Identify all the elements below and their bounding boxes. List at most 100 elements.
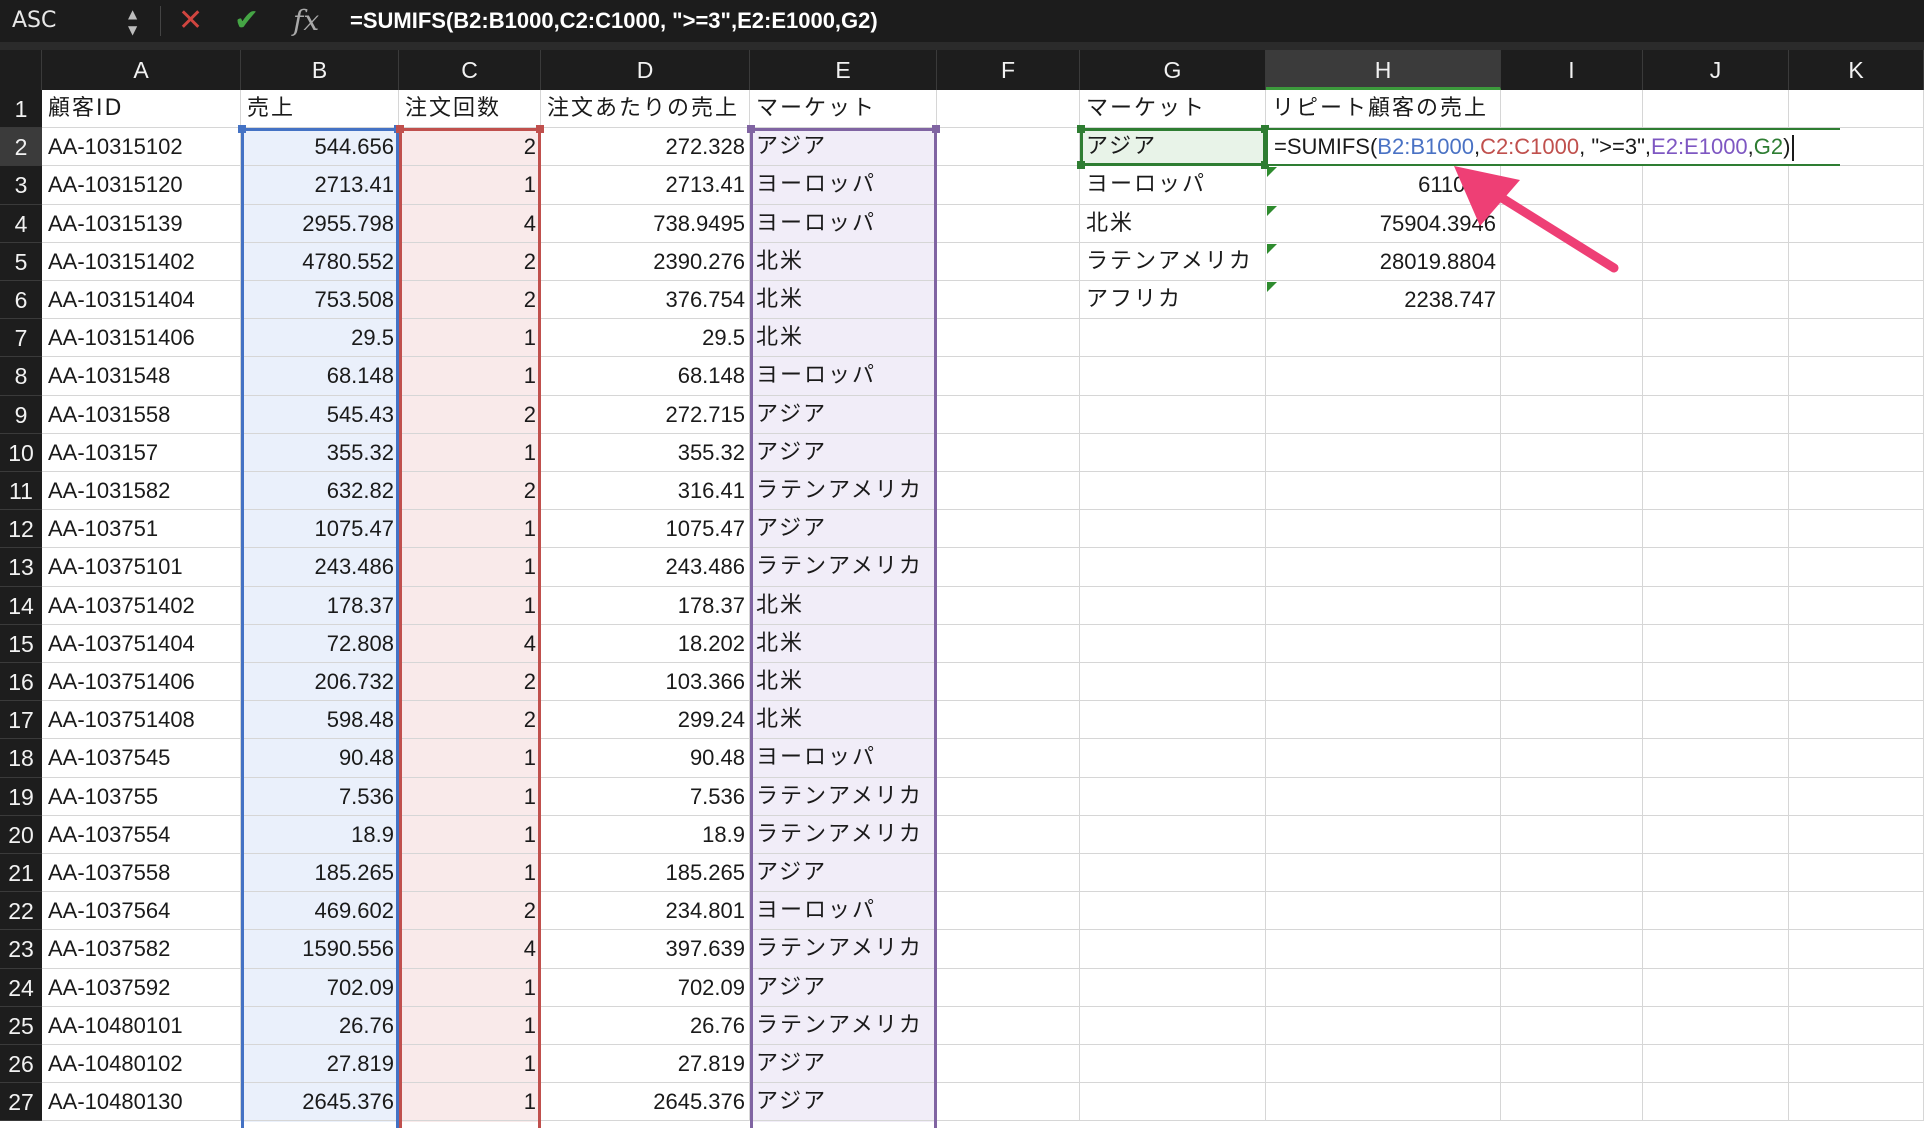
cell-order-count[interactable]: 1 [399,433,541,472]
cell-sales-per-order[interactable]: 316.41 [541,472,750,511]
column-header-d[interactable]: D [541,50,750,90]
column-header-b[interactable]: B [241,50,399,90]
cell-market[interactable]: 北米 [750,319,937,358]
cell-order-count[interactable]: 1 [399,968,541,1007]
cell-empty[interactable] [1643,663,1789,702]
cell-market-summary[interactable] [1080,968,1266,1007]
cell-empty[interactable] [937,739,1080,778]
cell-sales-per-order[interactable]: 18.202 [541,624,750,663]
row-header-15[interactable]: 15 [0,624,42,663]
cell-empty[interactable] [1501,739,1643,778]
cell-sales-per-order[interactable]: 1075.47 [541,510,750,549]
cell-empty[interactable] [937,1045,1080,1084]
cell-empty[interactable] [1643,472,1789,511]
cell-sales-per-order[interactable]: 2390.276 [541,242,750,281]
cell-customer-id[interactable]: AA-103751408 [42,701,241,740]
cell-order-count[interactable]: 1 [399,510,541,549]
row-header-10[interactable]: 10 [0,433,42,472]
cell-empty[interactable] [1501,548,1643,587]
cell-empty[interactable] [1643,930,1789,969]
cell-empty[interactable] [1789,395,1924,434]
cell-empty[interactable] [1501,663,1643,702]
cell-customer-id[interactable]: AA-1037558 [42,854,241,893]
row-header-3[interactable]: 3 [0,166,42,205]
cell-customer-id[interactable]: AA-103157 [42,433,241,472]
cell-market-summary[interactable] [1080,357,1266,396]
select-all-corner[interactable] [0,50,42,90]
header-cell-a[interactable]: 顧客ID [42,90,241,129]
cell-order-count[interactable]: 2 [399,281,541,320]
cell-repeat-sales[interactable]: 61100.4 [1266,166,1501,205]
cell-market[interactable]: アジア [750,854,937,893]
cell-empty[interactable] [1789,510,1924,549]
cell-customer-id[interactable]: AA-10480101 [42,1006,241,1045]
cell-sales[interactable]: 90.48 [241,739,399,778]
cell-empty[interactable] [1789,1006,1924,1045]
cell-order-count[interactable]: 1 [399,357,541,396]
row-header-23[interactable]: 23 [0,930,42,969]
cell-empty[interactable] [1643,548,1789,587]
cell-customer-id[interactable]: AA-103751404 [42,624,241,663]
cell-market-summary[interactable] [1080,319,1266,358]
cell-empty[interactable] [1789,166,1924,205]
cell-market[interactable]: アジア [750,1045,937,1084]
cell-empty[interactable] [1501,166,1643,205]
row-header-2[interactable]: 2 [0,128,42,167]
formula-input[interactable]: =SUMIFS(B2:B1000,C2:C1000, ">=3",E2:E100… [350,2,878,40]
cell-market-summary[interactable] [1080,777,1266,816]
cell-sales-per-order[interactable]: 272.328 [541,128,750,167]
cell-order-count[interactable]: 2 [399,892,541,931]
cell-sales-per-order[interactable]: 376.754 [541,281,750,320]
cell-market-summary[interactable] [1080,739,1266,778]
cell-customer-id[interactable]: AA-1037582 [42,930,241,969]
header-cell-f[interactable] [937,90,1080,129]
cell-market[interactable]: 北米 [750,586,937,625]
row-header-6[interactable]: 6 [0,281,42,320]
row-header-19[interactable]: 19 [0,777,42,816]
cell-empty[interactable] [937,701,1080,740]
spinner-down-icon[interactable]: ▼ [128,24,137,36]
cell-empty[interactable] [937,968,1080,1007]
cell-market-summary[interactable] [1080,433,1266,472]
cell-customer-id[interactable]: AA-103755 [42,777,241,816]
cell-repeat-sales[interactable] [1266,663,1501,702]
cell-repeat-sales[interactable] [1266,510,1501,549]
header-cell-d[interactable]: 注文あたりの売上 [541,90,750,129]
cell-sales[interactable]: 68.148 [241,357,399,396]
row-header-22[interactable]: 22 [0,892,42,931]
cell-market-summary[interactable] [1080,472,1266,511]
cell-sales-per-order[interactable]: 738.9495 [541,204,750,243]
cell-sales[interactable]: 1075.47 [241,510,399,549]
cell-sales[interactable]: 2645.376 [241,1083,399,1122]
cell-empty[interactable] [937,1006,1080,1045]
cell-customer-id[interactable]: AA-103151406 [42,319,241,358]
cell-empty[interactable] [937,892,1080,931]
cell-market[interactable]: 北米 [750,624,937,663]
column-header-j[interactable]: J [1643,50,1789,90]
cell-order-count[interactable]: 1 [399,166,541,205]
cell-empty[interactable] [1643,586,1789,625]
cell-empty[interactable] [937,242,1080,281]
cell-market-summary[interactable] [1080,1006,1266,1045]
range-border-g2-handle-bl[interactable] [1077,161,1085,170]
cell-empty[interactable] [1501,433,1643,472]
row-header-26[interactable]: 26 [0,1045,42,1084]
cell-empty[interactable] [1789,242,1924,281]
row-header-9[interactable]: 9 [0,395,42,434]
column-header-e[interactable]: E [750,50,937,90]
cell-empty[interactable] [1789,204,1924,243]
cell-empty[interactable] [1643,854,1789,893]
cell-empty[interactable] [1501,586,1643,625]
cell-sales[interactable]: 544.656 [241,128,399,167]
cell-empty[interactable] [1789,586,1924,625]
cell-order-count[interactable]: 2 [399,472,541,511]
cell-editor-h2[interactable]: =SUMIFS(B2:B1000,C2:C1000, ">=3",E2:E100… [1266,128,1840,167]
cell-order-count[interactable]: 4 [399,624,541,663]
cell-sales-per-order[interactable]: 2645.376 [541,1083,750,1122]
cell-empty[interactable] [1789,854,1924,893]
cell-empty[interactable] [1501,624,1643,663]
cell-sales[interactable]: 26.76 [241,1006,399,1045]
row-header-21[interactable]: 21 [0,854,42,893]
cell-empty[interactable] [937,624,1080,663]
cell-empty[interactable] [1501,242,1643,281]
